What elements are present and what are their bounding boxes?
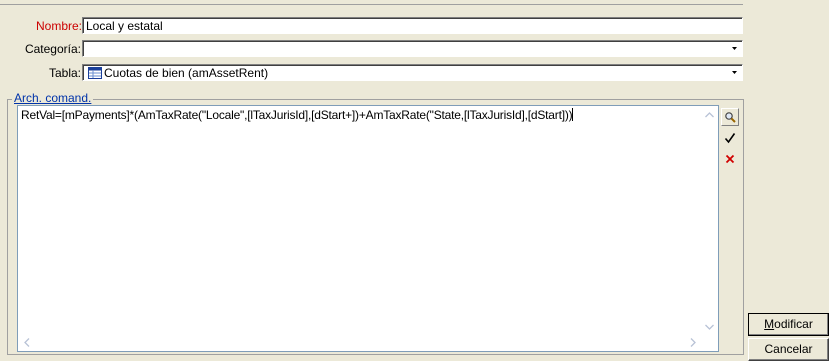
scroll-up-icon[interactable] bbox=[701, 106, 718, 123]
cancelar-label: Cancelar bbox=[764, 342, 813, 356]
horizontal-scrollbar[interactable] bbox=[18, 334, 701, 351]
scrollbar-corner bbox=[701, 334, 718, 351]
script-code-text: RetVal=[mPayments]*(AmTaxRate("Locale",[… bbox=[21, 108, 573, 122]
nombre-label: Nombre: bbox=[36, 19, 83, 33]
scroll-right-icon[interactable] bbox=[684, 334, 701, 351]
table-icon bbox=[88, 67, 102, 80]
scroll-left-icon[interactable] bbox=[18, 334, 35, 351]
tabla-label: Tabla: bbox=[48, 66, 81, 80]
script-group-title: Arch. comand. bbox=[12, 91, 94, 105]
tabla-combo[interactable]: Cuotas de bien (amAssetRent) bbox=[82, 64, 743, 81]
tabla-value: Cuotas de bien (amAssetRent) bbox=[104, 66, 269, 80]
scroll-down-icon[interactable] bbox=[701, 318, 718, 335]
modificar-mnemonic: M bbox=[764, 317, 775, 331]
text-caret bbox=[572, 108, 574, 121]
categoria-combo[interactable] bbox=[82, 40, 743, 57]
modificar-label: odificar bbox=[774, 317, 813, 331]
script-editor[interactable]: RetVal=[mPayments]*(AmTaxRate("Locale",[… bbox=[17, 105, 719, 352]
vertical-scrollbar[interactable] bbox=[701, 106, 718, 335]
nombre-field[interactable]: Local y estatal bbox=[82, 17, 743, 34]
script-code[interactable]: RetVal=[mPayments]*(AmTaxRate("Locale",[… bbox=[21, 108, 574, 122]
magnifier-icon[interactable] bbox=[721, 108, 739, 126]
chevron-down-icon[interactable] bbox=[728, 42, 741, 55]
checkmark-icon[interactable] bbox=[721, 129, 739, 147]
top-divider bbox=[0, 0, 743, 5]
categoria-label: Categoría: bbox=[24, 42, 81, 56]
modificar-button[interactable]: Modificar bbox=[748, 313, 829, 336]
nombre-value: Local y estatal bbox=[86, 19, 163, 33]
chevron-down-icon[interactable] bbox=[728, 66, 741, 79]
cancelar-button[interactable]: Cancelar bbox=[748, 338, 829, 361]
red-x-icon[interactable] bbox=[721, 150, 739, 168]
